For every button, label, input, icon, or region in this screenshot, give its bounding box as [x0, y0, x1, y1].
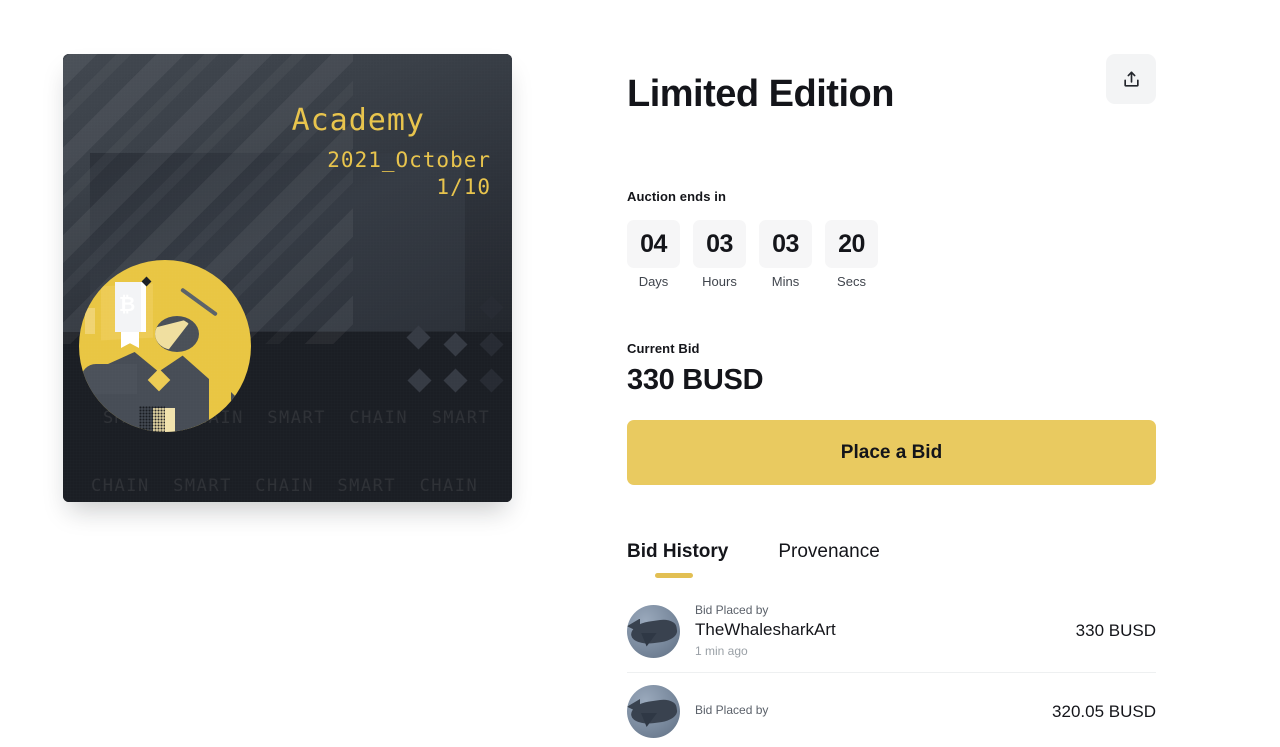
bid-timestamp: 1 min ago — [695, 644, 748, 658]
auction-ends-label: Auction ends in — [627, 189, 726, 204]
countdown-value-hours: 03 — [693, 220, 746, 268]
bid-history-row[interactable]: Bid Placed by 320.05 BUSD — [627, 673, 1156, 747]
countdown-unit-days: 04 Days — [627, 220, 680, 289]
current-bid-section: Current Bid 330 BUSD — [627, 341, 1156, 397]
bid-amount: 330 BUSD — [1075, 621, 1156, 640]
nft-detail-page: SMART CHAIN SMART CHAIN SMART CHAIN SMAR… — [0, 0, 1280, 747]
detail-header: Limited Edition — [627, 54, 1156, 116]
place-bid-button[interactable]: Place a Bid — [627, 420, 1156, 485]
countdown-unit-hours: 03 Hours — [693, 220, 746, 289]
nft-artwork-card[interactable]: SMART CHAIN SMART CHAIN SMART CHAIN SMAR… — [63, 54, 512, 502]
countdown-label-hours: Hours — [702, 274, 737, 289]
bid-row-info: Bid Placed by — [695, 703, 1040, 720]
bid-history-row[interactable]: Bid Placed by TheWhalesharkArt 1 min ago… — [627, 591, 1156, 673]
current-bid-label: Current Bid — [627, 341, 700, 356]
auction-countdown-section: Auction ends in 04 Days 03 Hours 03 Mins… — [627, 189, 1156, 289]
bid-history-list: Bid Placed by TheWhalesharkArt 1 min ago… — [627, 591, 1156, 747]
artwork-column: SMART CHAIN SMART CHAIN SMART CHAIN SMAR… — [63, 54, 513, 747]
countdown-label-mins: Mins — [771, 274, 800, 289]
countdown-value-days: 04 — [627, 220, 680, 268]
countdown-value-secs: 20 — [825, 220, 878, 268]
tab-provenance[interactable]: Provenance — [778, 541, 879, 573]
bid-amount: 320.05 BUSD — [1052, 701, 1156, 721]
history-tabs: Bid History Provenance — [627, 541, 1156, 578]
current-bid-amount: 330 BUSD — [627, 364, 764, 396]
artwork-date: 2021_October — [327, 148, 491, 172]
share-button[interactable] — [1106, 54, 1156, 104]
whaleshark-avatar-icon — [627, 604, 680, 658]
bid-placed-by-label: Bid Placed by — [695, 603, 769, 617]
bid-placed-by-label: Bid Placed by — [695, 703, 769, 717]
bidder-name[interactable]: TheWhalesharkArt — [695, 619, 1064, 641]
bid-row-info: Bid Placed by TheWhalesharkArt 1 min ago — [695, 603, 1064, 659]
artwork-title: Academy — [291, 103, 425, 138]
countdown-unit-mins: 03 Mins — [759, 220, 812, 289]
artwork-edition: 1/10 — [436, 175, 491, 199]
countdown-timer: 04 Days 03 Hours 03 Mins 20 Secs — [627, 220, 1156, 289]
tab-bid-history[interactable]: Bid History — [627, 541, 728, 578]
countdown-value-mins: 03 — [759, 220, 812, 268]
whaleshark-avatar-icon — [627, 685, 680, 738]
countdown-label-days: Days — [638, 274, 669, 289]
artwork-title-block: Academy 2021_October 1/10 — [63, 104, 491, 200]
page-title: Limited Edition — [627, 73, 894, 115]
countdown-label-secs: Secs — [837, 274, 866, 289]
share-icon — [1123, 71, 1139, 87]
detail-column: Limited Edition Auction ends in 04 Days … — [627, 54, 1156, 747]
countdown-unit-secs: 20 Secs — [825, 220, 878, 289]
